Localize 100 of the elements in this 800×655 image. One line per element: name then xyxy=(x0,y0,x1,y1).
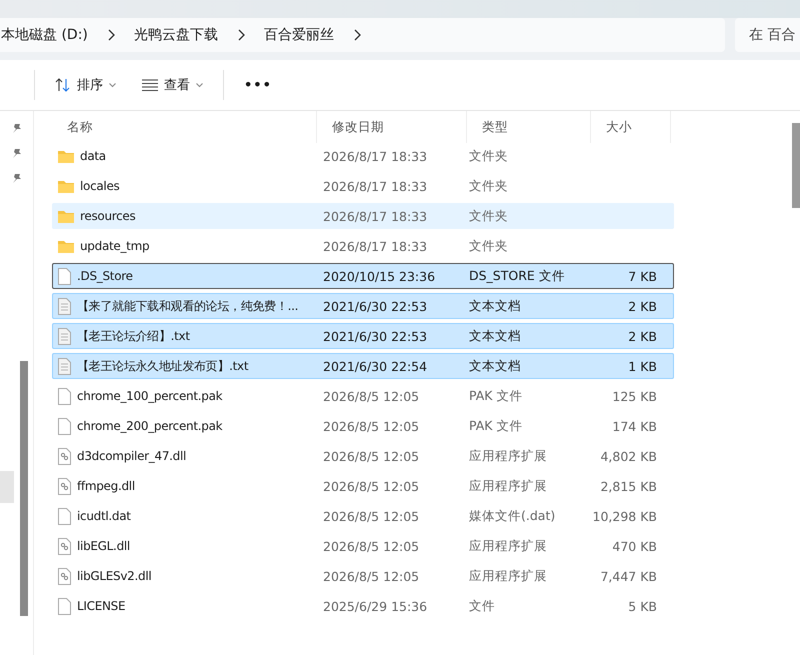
file-row[interactable]: 【来了就能下载和观看的论坛，纯免费！... 2021/6/30 22:53 文本文档 2 KB xyxy=(52,293,674,319)
folder-icon xyxy=(58,180,74,192)
file-type: PAK 文件 xyxy=(468,418,524,434)
file-size: 125 KB xyxy=(611,388,658,404)
modified-date: 2026/8/17 18:33 xyxy=(322,178,428,194)
column-header[interactable]: 类型 xyxy=(467,111,591,143)
modified-date: 2026/8/5 12:05 xyxy=(322,538,420,554)
caret-icon xyxy=(196,82,203,88)
modified-date: 2020/10/15 23:36 xyxy=(322,268,436,284)
modified-date: 2021/6/30 22:54 xyxy=(322,358,428,374)
modified-date: 2026/8/17 18:33 xyxy=(322,148,428,164)
chevron-right-icon xyxy=(236,29,246,41)
file-size: 174 KB xyxy=(611,418,658,434)
file-size: 2 KB xyxy=(627,328,658,344)
file-name: LICENSE xyxy=(77,599,126,613)
file-row[interactable]: icudtl.dat 2026/8/5 12:05 媒体文件(.dat) 10,298 KB xyxy=(52,503,674,529)
modified-date: 2026/8/17 18:33 xyxy=(322,238,428,254)
file-icon xyxy=(58,268,71,284)
file-name: 【来了就能下载和观看的论坛，纯免费！... xyxy=(77,298,298,314)
file-row[interactable]: libEGL.dll 2026/8/5 12:05 应用程序扩展 470 KB xyxy=(52,533,674,559)
file-type: 应用程序扩展 xyxy=(468,478,548,494)
file-row[interactable]: .DS_Store 2020/10/15 23:36 DS_STORE 文件 7 KB xyxy=(52,263,674,289)
file-row[interactable]: LICENSE 2025/6/29 15:36 文件 5 KB xyxy=(52,593,674,619)
file-row[interactable]: libGLESv2.dll 2026/8/5 12:05 应用程序扩展 7,447 KB xyxy=(52,563,674,589)
file-type: 文件夹 xyxy=(468,208,509,224)
modified-date: 2026/8/5 12:05 xyxy=(322,448,420,464)
list-view-icon xyxy=(142,79,158,91)
file-name: d3dcompiler_47.dll xyxy=(77,449,186,463)
file-name: chrome_100_percent.pak xyxy=(77,389,222,403)
pin-icon xyxy=(12,123,22,134)
file-icon xyxy=(58,388,71,404)
gear-file-icon xyxy=(58,448,71,464)
file-row[interactable]: update_tmp 2026/8/17 18:33 文件夹 xyxy=(52,233,674,259)
file-name: data xyxy=(80,149,106,163)
modified-date: 2026/8/5 12:05 xyxy=(322,478,420,494)
file-type: 媒体文件(.dat) xyxy=(468,508,556,524)
modified-date: 2021/6/30 22:53 xyxy=(322,328,428,344)
breadcrumb-item[interactable]: 百合爱丽丝 xyxy=(264,26,334,44)
file-name: locales xyxy=(80,179,120,193)
file-row[interactable]: ffmpeg.dll 2026/8/5 12:05 应用程序扩展 2,815 KB xyxy=(52,473,674,499)
folder-icon xyxy=(58,150,74,162)
breadcrumb-item[interactable]: 光鸭云盘下载 xyxy=(134,26,218,44)
file-name: update_tmp xyxy=(80,239,150,253)
scrollbar-thumb[interactable] xyxy=(20,361,28,616)
pin-icon xyxy=(12,148,22,159)
file-name: icudtl.dat xyxy=(77,509,131,523)
file-type: 文件 xyxy=(468,598,496,614)
file-name: chrome_200_percent.pak xyxy=(77,419,222,433)
column-header[interactable]: 大小 xyxy=(591,111,671,143)
file-type: 文本文档 xyxy=(468,298,522,314)
scrollbar-thumb[interactable] xyxy=(792,123,800,208)
modified-date: 2026/8/5 12:05 xyxy=(322,388,420,404)
search-field[interactable]: 在 百合 xyxy=(735,18,800,52)
file-type: 应用程序扩展 xyxy=(468,568,548,584)
chevron-right-icon xyxy=(106,29,116,41)
file-row[interactable]: data 2026/8/17 18:33 文件夹 xyxy=(52,143,674,169)
sort-button[interactable]: 排序 xyxy=(45,70,126,100)
file-row[interactable]: 【老王论坛永久地址发布页】.txt 2021/6/30 22:54 文本文档 1 KB xyxy=(52,353,674,379)
file-name: 【老王论坛介绍】.txt xyxy=(77,328,190,344)
file-type: DS_STORE 文件 xyxy=(468,268,566,284)
address-bar[interactable]: 本地磁盘 (D:) 光鸭云盘下载 百合爱丽丝 xyxy=(0,18,725,52)
file-size: 4,802 KB xyxy=(599,448,658,464)
folder-icon xyxy=(58,210,74,222)
file-row[interactable]: d3dcompiler_47.dll 2026/8/5 12:05 应用程序扩展 4,802 KB xyxy=(52,443,674,469)
pin-icon xyxy=(12,173,22,184)
file-icon xyxy=(58,598,71,614)
file-name: .DS_Store xyxy=(77,269,133,283)
column-header[interactable]: 名称 xyxy=(52,111,317,143)
file-row[interactable]: resources 2026/8/17 18:33 文件夹 xyxy=(52,203,674,229)
file-name: ffmpeg.dll xyxy=(77,479,135,493)
breadcrumb-item[interactable]: 本地磁盘 (D:) xyxy=(1,26,88,44)
view-button[interactable]: 查看 xyxy=(132,70,213,100)
gear-file-icon xyxy=(58,568,71,584)
file-row[interactable]: locales 2026/8/17 18:33 文件夹 xyxy=(52,173,674,199)
file-size: 2,815 KB xyxy=(599,478,658,494)
column-header[interactable]: 修改日期 xyxy=(317,111,467,143)
file-size: 10,298 KB xyxy=(592,508,658,524)
file-icon xyxy=(58,508,71,524)
gear-file-icon xyxy=(58,538,71,554)
file-row[interactable]: 【老王论坛介绍】.txt 2021/6/30 22:53 文本文档 2 KB xyxy=(52,323,674,349)
file-row[interactable]: chrome_200_percent.pak 2026/8/5 12:05 PAK 文件 174 KB xyxy=(52,413,674,439)
file-name: libEGL.dll xyxy=(77,539,130,553)
file-name: resources xyxy=(80,209,136,223)
modified-date: 2021/6/30 22:53 xyxy=(322,298,428,314)
file-row[interactable]: chrome_100_percent.pak 2026/8/5 12:05 PAK 文件 125 KB xyxy=(52,383,674,409)
file-type: 文本文档 xyxy=(468,358,522,374)
modified-date: 2026/8/5 12:05 xyxy=(322,568,420,584)
file-name: libGLESv2.dll xyxy=(77,569,152,583)
file-size: 7,447 KB xyxy=(599,568,658,584)
file-size: 7 KB xyxy=(627,268,658,284)
text-file-icon xyxy=(58,298,71,314)
modified-date: 2025/6/29 15:36 xyxy=(322,598,428,614)
more-button[interactable]: ••• xyxy=(234,72,282,98)
modified-date: 2026/8/5 12:05 xyxy=(322,418,420,434)
file-type: 文件夹 xyxy=(468,148,509,164)
file-type: 应用程序扩展 xyxy=(468,538,548,554)
file-type: 文件夹 xyxy=(468,178,509,194)
gear-file-icon xyxy=(58,478,71,494)
modified-date: 2026/8/5 12:05 xyxy=(322,508,420,524)
text-file-icon xyxy=(58,328,71,344)
